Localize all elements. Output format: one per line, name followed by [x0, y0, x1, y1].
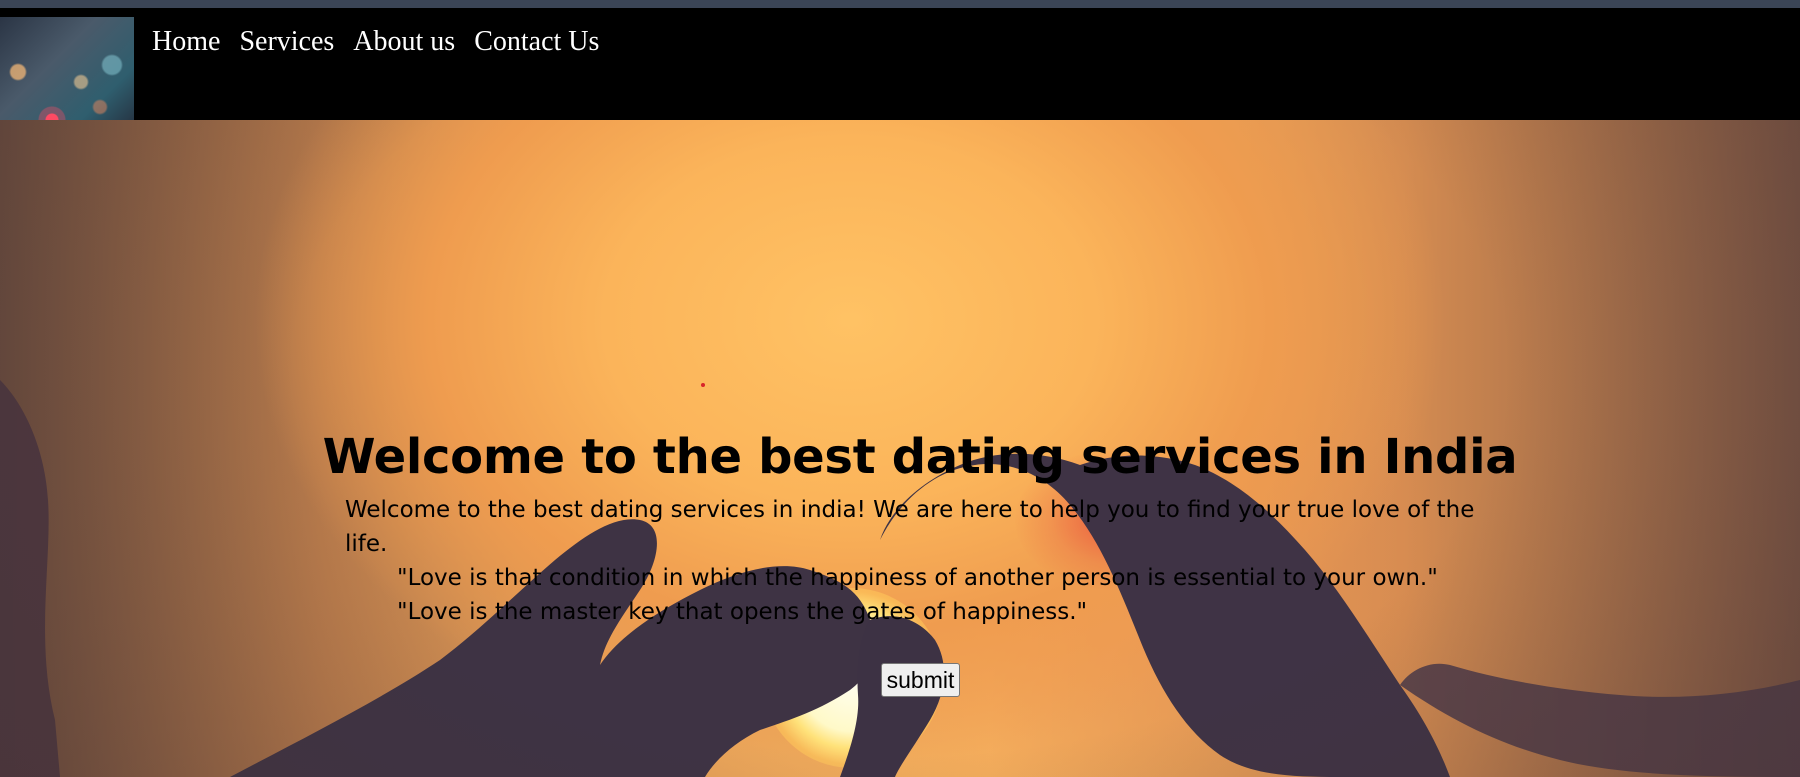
site-logo-image[interactable]	[0, 17, 134, 128]
browser-top-strip	[0, 0, 1800, 8]
nav-menu: Home Services About us Contact Us	[152, 24, 618, 60]
nav-link-home[interactable]: Home	[152, 24, 220, 60]
nav-link-services[interactable]: Services	[239, 24, 334, 60]
navbar: Home Services About us Contact Us	[0, 8, 1800, 128]
nav-link-about-us[interactable]: About us	[353, 24, 455, 60]
red-dot	[701, 383, 705, 387]
nav-link-contact-us[interactable]: Contact Us	[474, 24, 599, 60]
love-quote-1: "Love is that condition in which the hap…	[397, 565, 1438, 591]
hero-title: Welcome to the best dating services in I…	[322, 429, 1518, 485]
love-quote-2: "Love is the master key that opens the g…	[397, 599, 1088, 625]
submit-button[interactable]: submit	[881, 663, 960, 697]
hero-intro-text: Welcome to the best dating services in i…	[345, 497, 1475, 557]
